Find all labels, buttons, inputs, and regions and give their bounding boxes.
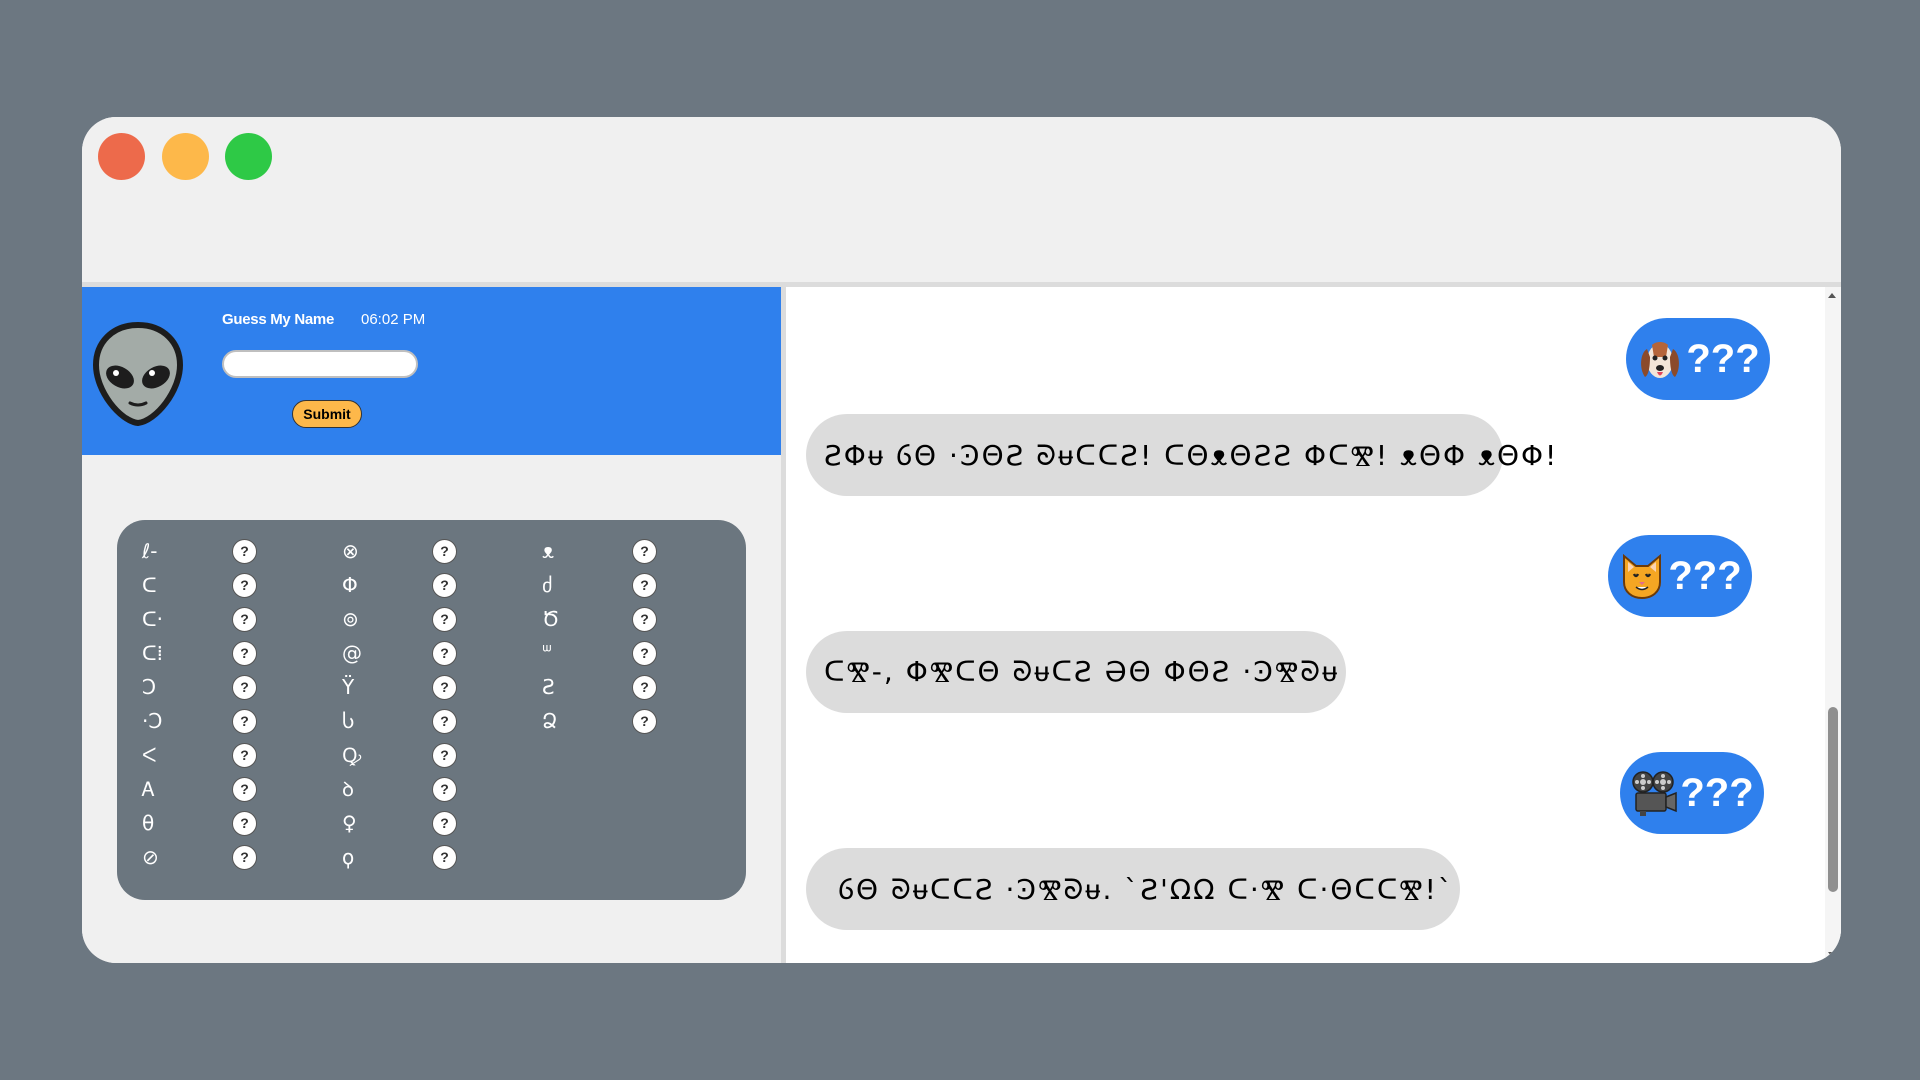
alien-icon — [92, 321, 184, 427]
outgoing-message-text: ??? — [1680, 770, 1754, 815]
cipher-glyph: ᐸ — [142, 743, 157, 767]
cipher-glyph: Ꝙ — [342, 743, 362, 767]
guess-letter-button[interactable]: ? — [432, 607, 457, 632]
cipher-glyph: ᐜ — [542, 641, 552, 665]
guess-letter-button[interactable]: ? — [632, 675, 657, 700]
left-panel: Guess My Name 06:02 PM Submit ℓ-? ᑕ? ᑕ·? ᑕ⁞… — [82, 287, 781, 963]
incoming-message-text: ᑕⰊ-, ΦⰊᑕΘ ᘐᵾᑕƧ ӘΘ ΦΘƧ ·ϿⰊᘐᵾ — [824, 655, 1340, 688]
guess-letter-button[interactable]: ? — [432, 573, 457, 598]
incoming-message: ᑕⰊ-, ΦⰊᑕΘ ᘐᵾᑕƧ ӘΘ ΦΘƧ ·ϿⰊᘐᵾ — [806, 631, 1346, 713]
incoming-message: ƧΦᵾ ⳓΘ ·ϿΘƧ ᘐᵾᑕᑕƧ! ᑕΘᴥΘƧƧ ΦᑕⰊ! ᴥΘΦ ᴥΘΦ! — [806, 414, 1556, 496]
incoming-message: ⳓΘ ᘐᵾᑕᑕƧ ·ϿⰊᘐᵾ. `Ƨ'ΩΩ ᑕ·Ⰺ ᑕ·ΘᑕᑕⰊ!` — [806, 848, 1460, 930]
dog-face-icon — [1641, 342, 1680, 378]
maximize-button[interactable] — [225, 133, 272, 180]
cipher-glyph: ᑕ — [142, 573, 157, 597]
cipher-glyph: ᑕ⁞ — [142, 641, 163, 665]
guess-letter-button[interactable]: ? — [432, 709, 457, 734]
cipher-glyph: ⊗ — [342, 539, 359, 563]
cipher-glyph: Ձ — [542, 709, 558, 733]
chat-scrollbar[interactable] — [1825, 287, 1841, 963]
player-card: Guess My Name 06:02 PM Submit — [82, 287, 781, 455]
cat-face-icon — [1623, 553, 1662, 600]
guess-letter-button[interactable]: ? — [632, 539, 657, 564]
cipher-glyph: ℓ- — [142, 539, 158, 563]
guess-letter-button[interactable]: ? — [232, 811, 257, 836]
outgoing-message: ??? — [1620, 752, 1764, 834]
guess-letter-button[interactable]: ? — [432, 641, 457, 666]
timestamp: 06:02 PM — [361, 311, 426, 328]
cipher-glyph: Ⴑ — [342, 709, 355, 733]
guess-letter-button[interactable]: ? — [232, 539, 257, 564]
guess-letter-button[interactable]: ? — [632, 607, 657, 632]
outgoing-message: ??? — [1608, 535, 1752, 617]
guess-input[interactable] — [222, 350, 418, 378]
scroll-up-arrow-icon[interactable] — [1828, 293, 1836, 298]
outgoing-message-text: ??? — [1686, 336, 1760, 381]
guess-letter-button[interactable]: ? — [432, 743, 457, 768]
guess-letter-button[interactable]: ? — [432, 777, 457, 802]
cipher-glyph: Ծ — [542, 607, 560, 631]
guess-letter-button[interactable]: ? — [232, 743, 257, 768]
guess-letter-button[interactable]: ? — [432, 539, 457, 564]
cipher-glyph: ·Ɔ — [142, 709, 163, 733]
incoming-message-text: ƧΦᵾ ⳓΘ ·ϿΘƧ ᘐᵾᑕᑕƧ! ᑕΘᴥΘƧƧ ΦᑕⰊ! ᴥΘΦ ᴥΘΦ! — [824, 439, 1559, 472]
cipher-glyph: ϙ — [342, 845, 355, 869]
app-window: Guess My Name 06:02 PM Submit ℓ-? ᑕ? ᑕ·? ᑕ⁞… — [82, 117, 1841, 963]
guess-letter-button[interactable]: ? — [232, 675, 257, 700]
cipher-glyph: Ϋ — [342, 675, 355, 699]
guess-letter-button[interactable]: ? — [432, 675, 457, 700]
guess-letter-button[interactable]: ? — [432, 811, 457, 836]
cipher-glyph: Ꭺ — [142, 777, 156, 801]
guess-letter-button[interactable]: ? — [632, 573, 657, 598]
scroll-down-arrow-icon[interactable] — [1828, 952, 1836, 957]
cipher-glyph: ⊚ — [342, 607, 359, 631]
cipher-glyph: ᴥ — [542, 539, 555, 563]
title-bar — [82, 117, 1841, 282]
guess-letter-button[interactable]: ? — [232, 607, 257, 632]
submit-button[interactable]: Submit — [292, 400, 362, 428]
incoming-message-text: ⳓΘ ᘐᵾᑕᑕƧ ·ϿⰊᘐᵾ. `Ƨ'ΩΩ ᑕ·Ⰺ ᑕ·ΘᑕᑕⰊ!` — [838, 873, 1454, 906]
cipher-glyph: θ — [142, 811, 155, 835]
chat-area: ??? ƧΦᵾ ⳓΘ ·ϿΘƧ ᘐᵾᑕᑕƧ! ᑕΘᴥΘƧƧ ΦᑕⰊ! ᴥΘΦ ᴥ… — [786, 287, 1841, 963]
guess-label: Guess My Name — [222, 311, 334, 328]
guess-letter-button[interactable]: ? — [232, 777, 257, 802]
guess-letter-button[interactable]: ? — [632, 641, 657, 666]
cipher-glyph: ⊘ — [142, 845, 159, 869]
guess-letter-button[interactable]: ? — [232, 573, 257, 598]
cipher-glyph: ძ — [542, 573, 553, 597]
cipher-glyph: Φ — [342, 573, 358, 597]
cipher-glyph: ᑕ· — [142, 607, 163, 631]
cipher-glyph: ♀ — [342, 811, 357, 835]
cipher-glyph: Ɔ — [142, 675, 157, 699]
scroll-thumb[interactable] — [1828, 707, 1838, 892]
guess-letter-button[interactable]: ? — [232, 709, 257, 734]
guess-letter-button[interactable]: ? — [232, 845, 257, 870]
guess-letter-button[interactable]: ? — [232, 641, 257, 666]
cipher-glyph: ꝺ — [342, 777, 354, 801]
close-button[interactable] — [98, 133, 145, 180]
outgoing-message: ??? — [1626, 318, 1770, 400]
cipher-key-panel: ℓ-? ᑕ? ᑕ·? ᑕ⁞? Ɔ? ·Ɔ? ᐸ? Ꭺ? θ? ⊘? ⊗? Φ? ⊚? @? Ϋ? Ⴑ? Ꝙ? ꝺ?… — [117, 520, 746, 900]
guess-letter-button[interactable]: ? — [432, 845, 457, 870]
minimize-button[interactable] — [162, 133, 209, 180]
cipher-glyph: Ƨ — [542, 675, 555, 699]
outgoing-message-text: ??? — [1668, 553, 1742, 598]
film-projector-icon — [1632, 771, 1678, 816]
guess-letter-button[interactable]: ? — [632, 709, 657, 734]
cipher-glyph: @ — [342, 641, 362, 665]
